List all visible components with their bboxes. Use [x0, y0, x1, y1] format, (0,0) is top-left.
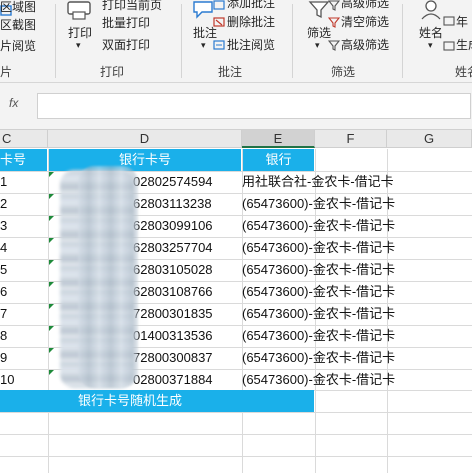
cell-bank-card-no[interactable]: 62803108766 — [133, 281, 213, 303]
header-cell-card-no[interactable]: 卡号 — [0, 149, 47, 171]
print-dropdown-icon[interactable]: ▾ — [76, 40, 81, 51]
batch-print-button[interactable]: 批量打印 — [102, 14, 150, 31]
cell-card-no[interactable]: 6 — [0, 281, 7, 303]
footer-note: 银行卡号随机生成 — [78, 393, 183, 408]
cell-bank-name[interactable]: (65473600)-金农卡-借记卡 — [242, 215, 395, 237]
ribbon-group-label-filter: 筛选 — [331, 65, 356, 79]
cell-bank-card-no[interactable]: 62803113238 — [133, 193, 212, 215]
fx-label[interactable]: fx — [9, 96, 18, 110]
error-indicator-icon — [49, 326, 54, 331]
clear-filter-button[interactable]: 清空筛选 — [341, 13, 389, 30]
advanced-filter-icon — [327, 0, 341, 11]
view-comment-button[interactable]: 批注阅览 — [227, 36, 275, 53]
comment-dropdown-icon[interactable]: ▾ — [201, 40, 206, 51]
column-header-d[interactable]: D — [48, 130, 242, 148]
grid-line — [0, 412, 472, 413]
delete-comment-button[interactable]: 删除批注 — [227, 13, 275, 30]
error-indicator-icon — [49, 216, 54, 221]
header-cell-bank-card-no[interactable]: 银行卡号 — [49, 149, 241, 171]
ribbon: 区域图 区截图 片阅览 片 打印 ▾ 打印当前页 批量打印 双面打印 打印 批注… — [0, 0, 472, 83]
ribbon-group-label-left: 片 — [0, 65, 13, 79]
ribbon-group-label-print: 打印 — [100, 65, 125, 79]
cell-card-no[interactable]: 2 — [0, 193, 7, 215]
cell-bank-name[interactable]: (65473600)-金农卡-借记卡 — [242, 281, 395, 303]
print-button[interactable]: 打印 — [68, 24, 92, 41]
cell-bank-name[interactable]: 用社联合社-金农卡-借记卡 — [242, 171, 394, 193]
cell-bank-card-no[interactable]: 62803105028 — [133, 259, 213, 281]
ribbon-item-image-view[interactable]: 片阅览 — [0, 37, 36, 54]
delete-comment-icon — [213, 15, 225, 27]
cell-card-no[interactable]: 10 — [0, 369, 14, 391]
column-header-e[interactable]: E — [242, 130, 315, 148]
advanced-filter-top-button[interactable]: 高级筛选 — [341, 0, 389, 11]
ribbon-item-region[interactable]: 区域图 — [0, 0, 36, 15]
error-indicator-icon — [49, 282, 54, 287]
ribbon-item-screenshot[interactable]: 区截图 — [0, 16, 36, 33]
formula-input[interactable] — [37, 93, 471, 119]
add-comment-button[interactable]: 添加批注 — [227, 0, 275, 11]
column-header-g[interactable]: G — [387, 130, 472, 148]
cell-card-no[interactable]: 8 — [0, 325, 7, 347]
cell-card-no[interactable]: 1 — [0, 171, 7, 193]
cell-card-no[interactable]: 4 — [0, 237, 7, 259]
cell-bank-card-no[interactable]: 02802574594 — [133, 171, 213, 193]
name-dropdown-icon[interactable]: ▾ — [428, 40, 433, 51]
cell-bank-card-no[interactable]: 01400313536 — [133, 325, 213, 347]
cell-bank-name[interactable]: (65473600)-金农卡-借记卡 — [242, 347, 395, 369]
cell-card-no[interactable]: 9 — [0, 347, 7, 369]
error-indicator-icon — [49, 348, 54, 353]
cell-card-no[interactable]: 3 — [0, 215, 7, 237]
ribbon-separator — [181, 4, 182, 78]
cell-bank-name[interactable]: (65473600)-金农卡-借记卡 — [242, 237, 395, 259]
cell-bank-name[interactable]: (65473600)-金农卡-借记卡 — [242, 303, 395, 325]
year-icon — [443, 13, 455, 26]
ribbon-separator — [292, 4, 293, 78]
error-indicator-icon — [49, 304, 54, 309]
header-cell-bank[interactable]: 银行 — [243, 149, 314, 171]
cell-bank-name[interactable]: (65473600)-金农卡-借记卡 — [242, 369, 395, 391]
year-button[interactable]: 年 — [456, 13, 468, 30]
cell-bank-name[interactable]: (65473600)-金农卡-借记卡 — [242, 259, 395, 281]
redaction-blur — [78, 166, 138, 388]
cell-bank-card-no[interactable]: 72800300837 — [133, 347, 213, 369]
generate-button[interactable]: 生成 — [456, 36, 472, 53]
generate-icon — [443, 38, 455, 51]
ribbon-separator — [402, 4, 403, 78]
cell-bank-card-no[interactable]: 02800371884 — [133, 369, 213, 391]
formula-bar: fx — [0, 83, 472, 130]
cell-bank-card-no[interactable]: 62803257704 — [133, 237, 213, 259]
cell-bank-card-no[interactable]: 62803099106 — [133, 215, 213, 237]
ribbon-group-label-comment: 批注 — [218, 65, 243, 79]
person-icon — [419, 0, 443, 25]
advanced-filter-button[interactable]: 高级筛选 — [341, 36, 389, 53]
name-button[interactable]: 姓名 — [419, 24, 443, 41]
clear-filter-icon — [327, 15, 341, 28]
cell-card-no[interactable]: 5 — [0, 259, 7, 281]
grid-line — [0, 434, 472, 435]
print-current-page-button[interactable]: 打印当前页 — [102, 0, 162, 13]
error-indicator-icon — [49, 238, 54, 243]
cell-card-no[interactable]: 7 — [0, 303, 7, 325]
column-header-f[interactable]: F — [315, 130, 387, 148]
advanced-filter-icon — [327, 38, 341, 51]
footer-note-bar[interactable]: 银行卡号随机生成 — [0, 390, 314, 412]
column-header-c[interactable]: C — [0, 130, 48, 148]
view-comment-icon — [213, 38, 225, 50]
ribbon-group-label-name: 姓名 — [455, 65, 472, 79]
cell-bank-name[interactable]: (65473600)-金农卡-借记卡 — [242, 325, 395, 347]
error-indicator-icon — [49, 260, 54, 265]
add-comment-icon — [213, 0, 225, 10]
grid-line — [0, 456, 472, 457]
error-indicator-icon — [49, 172, 54, 177]
cell-bank-card-no[interactable]: 72800301835 — [133, 303, 213, 325]
filter-dropdown-icon[interactable]: ▾ — [315, 40, 320, 51]
duplex-print-button[interactable]: 双面打印 — [102, 36, 150, 53]
printer-icon — [64, 0, 94, 25]
error-indicator-icon — [49, 194, 54, 199]
error-indicator-icon — [49, 370, 54, 375]
ribbon-separator — [55, 4, 56, 78]
cell-bank-name[interactable]: (65473600)-金农卡-借记卡 — [242, 193, 395, 215]
